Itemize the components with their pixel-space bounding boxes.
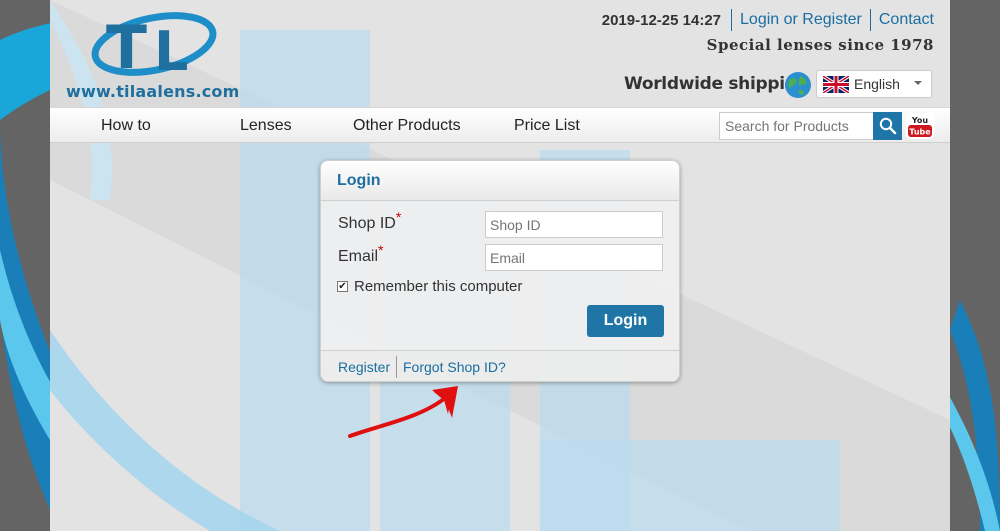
top-bar: 2019-12-25 14:27 Login or Register Conta… (602, 8, 934, 32)
shop-id-field[interactable] (485, 211, 663, 238)
uk-flag-icon (823, 75, 849, 93)
globe-icon (785, 72, 811, 98)
nav-item-lenses[interactable]: Lenses (240, 117, 292, 135)
required-mark: * (395, 209, 402, 225)
search-input[interactable] (719, 112, 874, 140)
youtube-icon[interactable]: You Tube (906, 113, 934, 139)
shop-id-label: Shop ID* (338, 209, 401, 233)
contact-link[interactable]: Contact (871, 11, 934, 29)
email-label: Email* (338, 242, 383, 266)
login-title: Login (321, 161, 679, 201)
remember-label: Remember this computer (354, 278, 523, 295)
search-button[interactable] (873, 112, 902, 140)
shop-id-label-text: Shop ID (338, 215, 396, 232)
svg-text:You: You (911, 116, 929, 125)
current-datetime: 2019-12-25 14:27 (601, 11, 722, 29)
svg-text:Tube: Tube (909, 128, 931, 137)
nav-item-how-to[interactable]: How to (101, 117, 151, 135)
email-field[interactable] (485, 244, 663, 271)
tagline: Special lenses since 1978 (706, 36, 934, 54)
language-label: English (854, 76, 900, 92)
required-mark: * (378, 242, 384, 258)
remember-checkbox[interactable]: ✔ (337, 281, 348, 292)
login-register-link[interactable]: Login or Register (732, 11, 870, 29)
logo-url[interactable]: www.tilaalens.com (66, 82, 240, 101)
page-container: T L www.tilaalens.com 2019-12-25 14:27 L… (50, 0, 950, 531)
email-label-text: Email (338, 248, 379, 265)
svg-text:L: L (154, 20, 188, 83)
svg-text:T: T (106, 13, 147, 83)
annotation-arrow-icon (348, 386, 458, 438)
language-select[interactable]: English (816, 70, 932, 98)
nav-item-other-products[interactable]: Other Products (353, 117, 461, 135)
search-icon (879, 117, 896, 135)
nav-item-price-list[interactable]: Price List (514, 117, 580, 135)
shipping-text: Worldwide shipping (624, 74, 809, 94)
main-nav: How to Lenses Other Products Price List … (50, 107, 950, 143)
remember-computer[interactable]: ✔ Remember this computer (337, 278, 522, 295)
chevron-down-icon (914, 81, 922, 85)
login-panel: Login Shop ID* Email* ✔ Remember this co… (320, 160, 680, 382)
login-button[interactable]: Login (587, 305, 664, 337)
